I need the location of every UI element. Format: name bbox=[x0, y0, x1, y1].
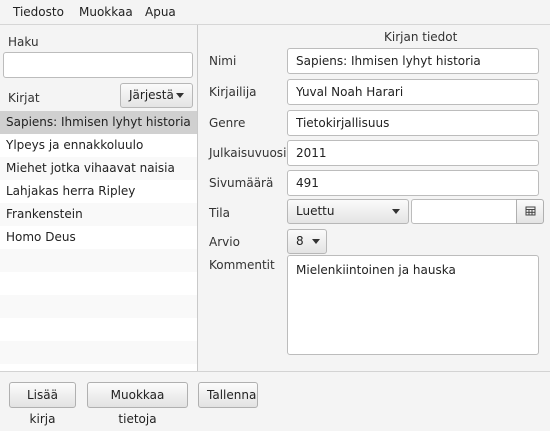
sort-dropdown[interactable]: Järjestä bbox=[120, 83, 193, 108]
details-pane: Kirjan tiedot Nimi Kirjailija Genre Julk… bbox=[198, 25, 550, 371]
name-field[interactable] bbox=[287, 48, 539, 74]
pages-label: Sivumäärä bbox=[209, 176, 274, 190]
status-dropdown[interactable]: Luettu bbox=[287, 199, 409, 224]
book-list: Sapiens: Ihmisen lyhyt historia Ylpeys j… bbox=[0, 111, 197, 371]
genre-label: Genre bbox=[209, 116, 246, 130]
menu-bar: Tiedosto Muokkaa Apua bbox=[0, 0, 550, 25]
chevron-down-icon bbox=[312, 239, 320, 244]
empty-row bbox=[0, 318, 197, 341]
edit-book-button[interactable]: Muokkaa tietoja bbox=[87, 382, 188, 426]
add-book-button[interactable]: Lisää kirja bbox=[9, 382, 76, 426]
sort-label: Järjestä bbox=[129, 88, 174, 102]
year-field[interactable] bbox=[287, 140, 539, 166]
books-label: Kirjat bbox=[8, 91, 40, 105]
list-item[interactable]: Sapiens: Ihmisen lyhyt historia bbox=[0, 111, 197, 134]
comment-textarea[interactable]: Mielenkiintoinen ja hauska bbox=[287, 255, 539, 355]
status-label: Tila bbox=[209, 206, 230, 220]
empty-row bbox=[0, 249, 197, 272]
rating-value: 8 bbox=[296, 234, 304, 248]
date-picker-button[interactable] bbox=[516, 199, 544, 224]
save-button[interactable]: Tallenna bbox=[198, 382, 258, 408]
name-label: Nimi bbox=[209, 54, 237, 68]
search-input[interactable] bbox=[3, 52, 193, 78]
year-label: Julkaisuvuosi bbox=[209, 146, 287, 160]
empty-row bbox=[0, 341, 197, 364]
list-item[interactable]: Lahjakas herra Ripley bbox=[0, 180, 197, 203]
calendar-icon bbox=[525, 206, 536, 216]
menu-help[interactable]: Apua bbox=[145, 5, 176, 19]
date-field[interactable] bbox=[411, 199, 517, 224]
menu-edit[interactable]: Muokkaa bbox=[79, 5, 133, 19]
author-field[interactable] bbox=[287, 79, 539, 105]
list-item[interactable]: Frankenstein bbox=[0, 203, 197, 226]
comment-text: Mielenkiintoinen ja hauska bbox=[296, 263, 456, 277]
chevron-down-icon bbox=[392, 209, 400, 214]
rating-dropdown[interactable]: 8 bbox=[287, 229, 327, 254]
status-value: Luettu bbox=[296, 204, 335, 218]
list-item[interactable]: Homo Deus bbox=[0, 226, 197, 249]
pages-field[interactable] bbox=[287, 170, 539, 196]
genre-field[interactable] bbox=[287, 110, 539, 136]
empty-row bbox=[0, 272, 197, 295]
list-item[interactable]: Ylpeys ja ennakkoluulo bbox=[0, 134, 197, 157]
author-label: Kirjailija bbox=[209, 85, 257, 99]
search-label: Haku bbox=[8, 35, 39, 49]
bottom-toolbar: Lisää kirja Muokkaa tietoja Tallenna bbox=[0, 371, 550, 426]
comment-label: Kommentit bbox=[209, 258, 275, 272]
menu-file[interactable]: Tiedosto bbox=[13, 5, 64, 19]
chevron-down-icon bbox=[176, 93, 184, 98]
empty-row bbox=[0, 364, 197, 371]
list-item[interactable]: Miehet jotka vihaavat naisia bbox=[0, 157, 197, 180]
rating-label: Arvio bbox=[209, 235, 240, 249]
empty-row bbox=[0, 295, 197, 318]
details-title: Kirjan tiedot bbox=[384, 30, 458, 44]
